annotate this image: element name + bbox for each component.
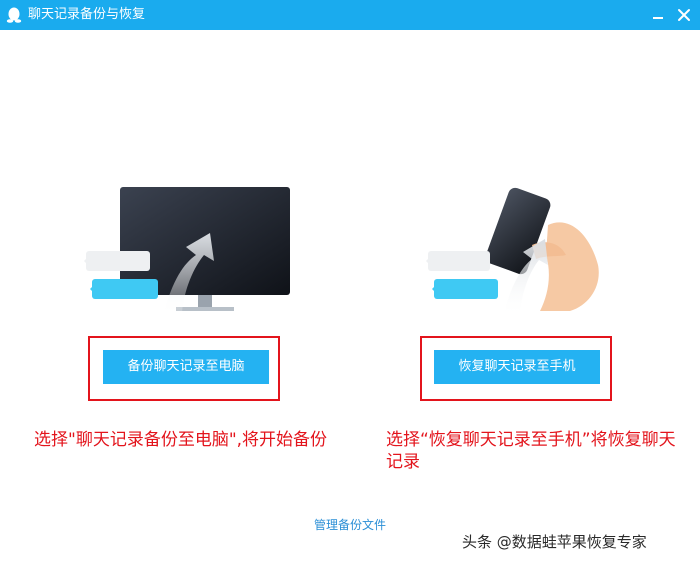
window-title: 聊天记录备份与恢复: [28, 7, 146, 22]
monitor-upload-illustration: [84, 187, 290, 313]
title-bar: 聊天记录备份与恢复: [0, 0, 700, 30]
manage-backup-files-link[interactable]: 管理备份文件: [300, 516, 400, 533]
backup-to-pc-button[interactable]: 备份聊天记录至电脑: [103, 350, 269, 384]
phone-in-hand-illustration: [426, 187, 599, 313]
backup-instruction-note: 选择"聊天记录备份至电脑",将开始备份: [34, 430, 328, 450]
minimize-button[interactable]: [648, 5, 668, 25]
watermark-text: 头条 @数据蛙苹果恢复专家: [462, 533, 647, 551]
close-icon: [678, 9, 690, 21]
qq-penguin-icon: [6, 7, 22, 23]
restore-instruction-note: 选择“恢复聊天记录至手机”将恢复聊天记录: [386, 430, 676, 472]
restore-to-phone-button[interactable]: 恢复聊天记录至手机: [434, 350, 600, 384]
close-button[interactable]: [674, 5, 694, 25]
